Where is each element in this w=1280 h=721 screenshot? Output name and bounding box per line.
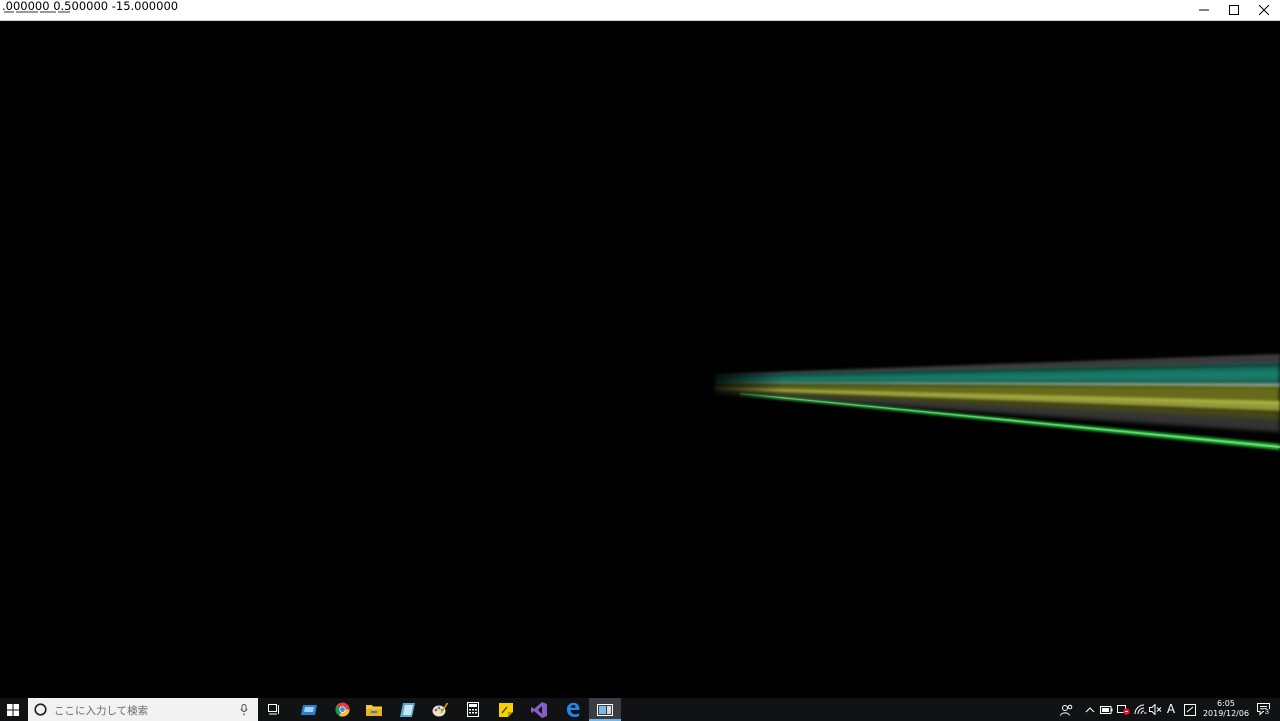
streak-bundle <box>700 341 1280 471</box>
render-viewport[interactable] <box>0 21 1280 698</box>
taskbar-active-window[interactable] <box>589 698 621 721</box>
calculator-icon <box>467 702 479 717</box>
taskbar-file-explorer[interactable] <box>361 698 387 721</box>
taskbar-app-2[interactable] <box>394 698 420 721</box>
volume-button[interactable] <box>1148 703 1162 716</box>
start-button[interactable] <box>0 698 26 721</box>
window-app-name-faded <box>4 11 74 17</box>
sticky-notes-icon <box>499 702 513 717</box>
cortana-icon <box>34 703 47 716</box>
light-streaks <box>700 341 1280 471</box>
task-view-button[interactable] <box>262 698 286 721</box>
ime-pad-icon <box>1184 703 1196 716</box>
volume-muted-icon <box>1148 704 1161 715</box>
clock-date: 2019/12/06 <box>1202 709 1250 718</box>
file-explorer-icon <box>366 705 382 716</box>
close-button[interactable] <box>1248 0 1279 20</box>
app-icon <box>301 704 317 715</box>
visual-studio-icon <box>531 701 547 718</box>
people-icon <box>1059 704 1072 716</box>
windows-logo-icon <box>7 703 19 716</box>
system-clock[interactable]: 6:05 2019/12/06 <box>1199 699 1253 721</box>
task-view-icon <box>267 704 279 715</box>
network-button[interactable] <box>1133 703 1147 716</box>
warning-badge-icon <box>1116 705 1130 715</box>
active-window-icon <box>597 703 613 716</box>
window-title-bar[interactable]: .000000 0.500000 -15.000000 <box>0 0 1280 21</box>
maximize-icon <box>1228 5 1239 15</box>
minimize-icon <box>1198 9 1209 11</box>
action-center-button[interactable]: 3 <box>1256 703 1272 717</box>
taskbar-sticky-notes[interactable] <box>493 698 519 721</box>
paint-icon <box>432 702 448 717</box>
taskbar-paint[interactable] <box>427 698 453 721</box>
taskbar: ここに入力して検索 A 6:05 2019/12/06 3 <box>0 698 1280 721</box>
taskbar-app-1[interactable] <box>296 698 322 721</box>
chrome-icon <box>334 702 350 717</box>
battery-button[interactable] <box>1099 703 1113 716</box>
ime-mode-indicator[interactable]: A <box>1164 702 1178 716</box>
app-icon <box>399 702 415 717</box>
maximize-button[interactable] <box>1218 0 1249 20</box>
clock-time: 6:05 <box>1217 699 1235 708</box>
search-box[interactable]: ここに入力して検索 <box>28 698 258 721</box>
taskbar-edge[interactable] <box>559 698 585 721</box>
minimize-button[interactable] <box>1188 0 1219 20</box>
close-icon <box>1258 5 1269 15</box>
wifi-icon <box>1134 704 1146 715</box>
show-hidden-icons-button[interactable] <box>1083 703 1097 716</box>
microphone-icon[interactable] <box>240 704 248 716</box>
edge-icon <box>566 702 580 717</box>
taskbar-calculator[interactable] <box>460 698 486 721</box>
taskbar-visual-studio[interactable] <box>526 698 552 721</box>
people-button[interactable] <box>1059 703 1073 716</box>
taskbar-chrome[interactable] <box>329 698 355 721</box>
ime-settings-button[interactable] <box>1183 703 1197 716</box>
chevron-up-icon <box>1085 706 1095 712</box>
search-placeholder: ここに入力して検索 <box>54 705 149 717</box>
notification-count-badge: 3 <box>1264 709 1270 717</box>
status-tray-button[interactable] <box>1116 703 1130 716</box>
battery-icon <box>1099 705 1112 714</box>
